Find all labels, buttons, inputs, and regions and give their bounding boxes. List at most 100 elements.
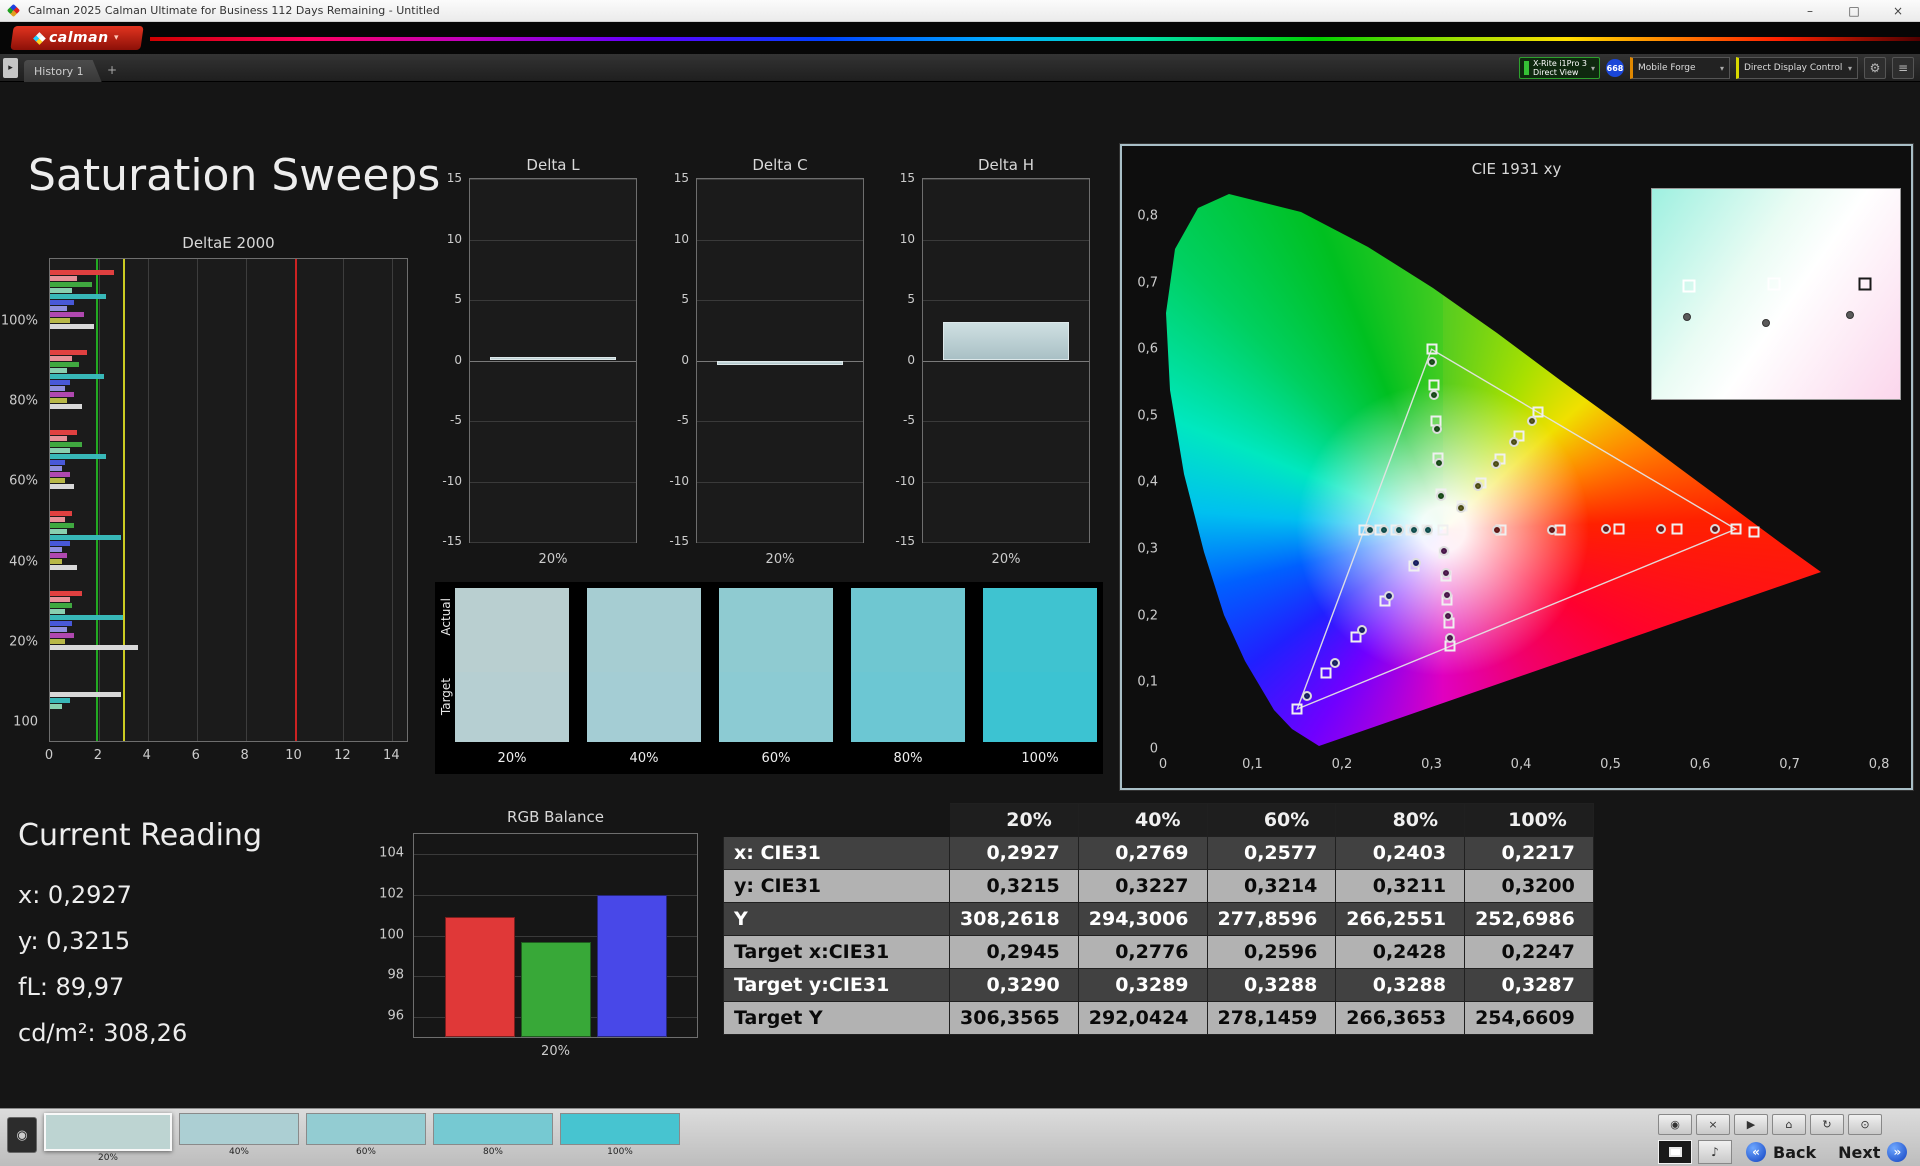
- speaker-button[interactable]: ♪: [1698, 1140, 1732, 1164]
- preset-swatch-40%[interactable]: 40%: [179, 1113, 299, 1157]
- axis-label: 0,8: [1868, 757, 1890, 772]
- axis-label: 0,2: [1137, 608, 1158, 624]
- deltae-bar: [50, 645, 139, 650]
- preset-swatch-20%[interactable]: 20%: [44, 1113, 172, 1163]
- deltae-bar: [50, 639, 65, 644]
- maximize-button[interactable]: □: [1832, 0, 1876, 22]
- deltae-bar: [50, 603, 72, 608]
- menu-button[interactable]: ≡: [1892, 57, 1914, 79]
- deltae-bar: [50, 386, 65, 391]
- rgb-balance-plot: [413, 833, 698, 1038]
- axis-label: 4: [142, 748, 151, 763]
- preset-swatch-color: [560, 1113, 680, 1145]
- table-cell: 0,3227: [1077, 869, 1208, 903]
- axis-label: 60%: [9, 473, 38, 489]
- add-tab-button[interactable]: +: [104, 62, 120, 78]
- display-pattern-button[interactable]: [1658, 1140, 1692, 1164]
- table-cell: 0,2596: [1206, 935, 1337, 969]
- axis-label: 5: [454, 292, 462, 306]
- axis-label: 98: [387, 967, 404, 983]
- preview-eye-button[interactable]: ◉: [7, 1117, 37, 1153]
- gridline: [98, 259, 100, 741]
- calman-logo[interactable]: calman ▾: [10, 26, 144, 50]
- table-cell: 278,1459: [1206, 1001, 1337, 1035]
- measured-point: [1443, 611, 1454, 622]
- table-cell: 0,3200: [1464, 869, 1594, 903]
- deltae-bar: [50, 466, 63, 472]
- table-row-label: Target y:CIE31: [723, 968, 950, 1002]
- meter-selector[interactable]: X-Rite i1Pro 3 Direct View ▾: [1518, 57, 1600, 79]
- axis-label: 0,1: [1137, 674, 1158, 690]
- saturation-swatch: 100%: [983, 588, 1097, 766]
- axis-label: 0,1: [1242, 757, 1263, 772]
- deltae-bar: [50, 404, 82, 409]
- deltae-bar: [50, 546, 63, 552]
- rgb-bar-blue: [596, 894, 667, 1037]
- minimize-button[interactable]: –: [1788, 0, 1832, 22]
- table-row: Y 308,2618 294,3006 277,8596 266,2551 252,698…: [723, 902, 1594, 936]
- delete-button[interactable]: ×: [1696, 1114, 1730, 1135]
- axis-label: -15: [895, 534, 915, 548]
- measurement-count-badge: 668: [1606, 59, 1624, 77]
- axis-label: 0: [681, 352, 689, 367]
- deltae-y-axis: 100% 80% 60% 40% 20% 100: [0, 258, 44, 742]
- swatch-label: 20%: [497, 751, 527, 766]
- preset-swatch-60%[interactable]: 60%: [306, 1113, 426, 1157]
- deltae-bar: [50, 484, 75, 490]
- table-row-label: Y: [723, 902, 950, 936]
- actual-swatch: [587, 588, 701, 672]
- preset-swatch-label: 60%: [355, 1147, 376, 1157]
- target-square: [1320, 667, 1332, 679]
- measured-point: [1473, 481, 1484, 492]
- back-button[interactable]: « Back: [1738, 1139, 1824, 1165]
- preset-swatch-color: [44, 1113, 172, 1151]
- swatch-label: 80%: [893, 751, 923, 766]
- target-square: [1730, 523, 1742, 535]
- current-reading-title: Current Reading: [18, 818, 262, 853]
- axis-label: 2: [93, 748, 103, 763]
- axis-label: 10: [673, 231, 689, 246]
- tab-history-1[interactable]: History 1: [24, 60, 102, 82]
- reading-value: fL: 89,97: [18, 973, 125, 1001]
- axis-label: 0: [454, 352, 462, 367]
- table-row: Target y:CIE31 0,3290 0,3289 0,3288 0,3288 0,…: [723, 968, 1594, 1002]
- table-cell: 306,3565: [949, 1001, 1079, 1035]
- axis-label: -5: [450, 413, 462, 427]
- axis-label: 0,7: [1137, 275, 1158, 291]
- play-button[interactable]: ▶: [1734, 1114, 1768, 1135]
- gridline: [923, 421, 1089, 422]
- inset-marker: [1682, 279, 1696, 293]
- pattern-source-selector[interactable]: Mobile Forge ▾: [1630, 57, 1730, 79]
- close-button[interactable]: ×: [1876, 0, 1920, 22]
- table-row: Target x:CIE31 0,2945 0,2776 0,2596 0,2428 0,…: [723, 935, 1594, 969]
- rgb-balance-x-label: 20%: [541, 1044, 570, 1059]
- power-button[interactable]: ⊙: [1848, 1114, 1882, 1135]
- preset-swatch-label: 80%: [482, 1147, 503, 1157]
- gridline: [470, 360, 636, 362]
- preset-swatch-80%[interactable]: 80%: [433, 1113, 553, 1157]
- collapse-panel-button[interactable]: ▸: [3, 58, 18, 78]
- bottom-nav-row: ♪ « Back Next »: [1658, 1139, 1915, 1165]
- table-cell: 0,2945: [949, 935, 1079, 969]
- target-square: [1291, 703, 1303, 715]
- preset-swatch-100%[interactable]: 100%: [560, 1113, 680, 1157]
- current-reading-values: x: 0,2927 y: 0,3215 fL: 89,97 cd/m²: 308,26: [18, 881, 262, 1047]
- display-control-selector[interactable]: Direct Display Control ▾: [1736, 57, 1858, 79]
- gridline: [470, 421, 636, 422]
- table-cell: 0,2217: [1464, 836, 1594, 870]
- home-button[interactable]: ⌂: [1772, 1114, 1806, 1135]
- axis-label: 0: [907, 352, 915, 367]
- axis-label: -10: [442, 473, 462, 488]
- camera-button[interactable]: ◉: [1658, 1114, 1692, 1135]
- settings-gear-button[interactable]: ⚙: [1864, 57, 1886, 79]
- meter-status-icon: [1523, 61, 1529, 75]
- gridline: [923, 360, 1089, 362]
- cie-y-axis: 0,8 0,7 0,6 0,5 0,4 0,3 0,2 0,1 0: [1128, 186, 1160, 756]
- refresh-button[interactable]: ↻: [1810, 1114, 1844, 1135]
- measured-point: [1444, 633, 1455, 644]
- logo-bar: calman ▾: [0, 22, 1920, 54]
- delta-c-chart: Delta C 15 10 5 0 -5 -10 -15 20%: [666, 150, 876, 580]
- next-button[interactable]: Next »: [1830, 1139, 1915, 1165]
- axis-label: 10: [446, 231, 462, 246]
- axis-label: 10: [899, 231, 915, 246]
